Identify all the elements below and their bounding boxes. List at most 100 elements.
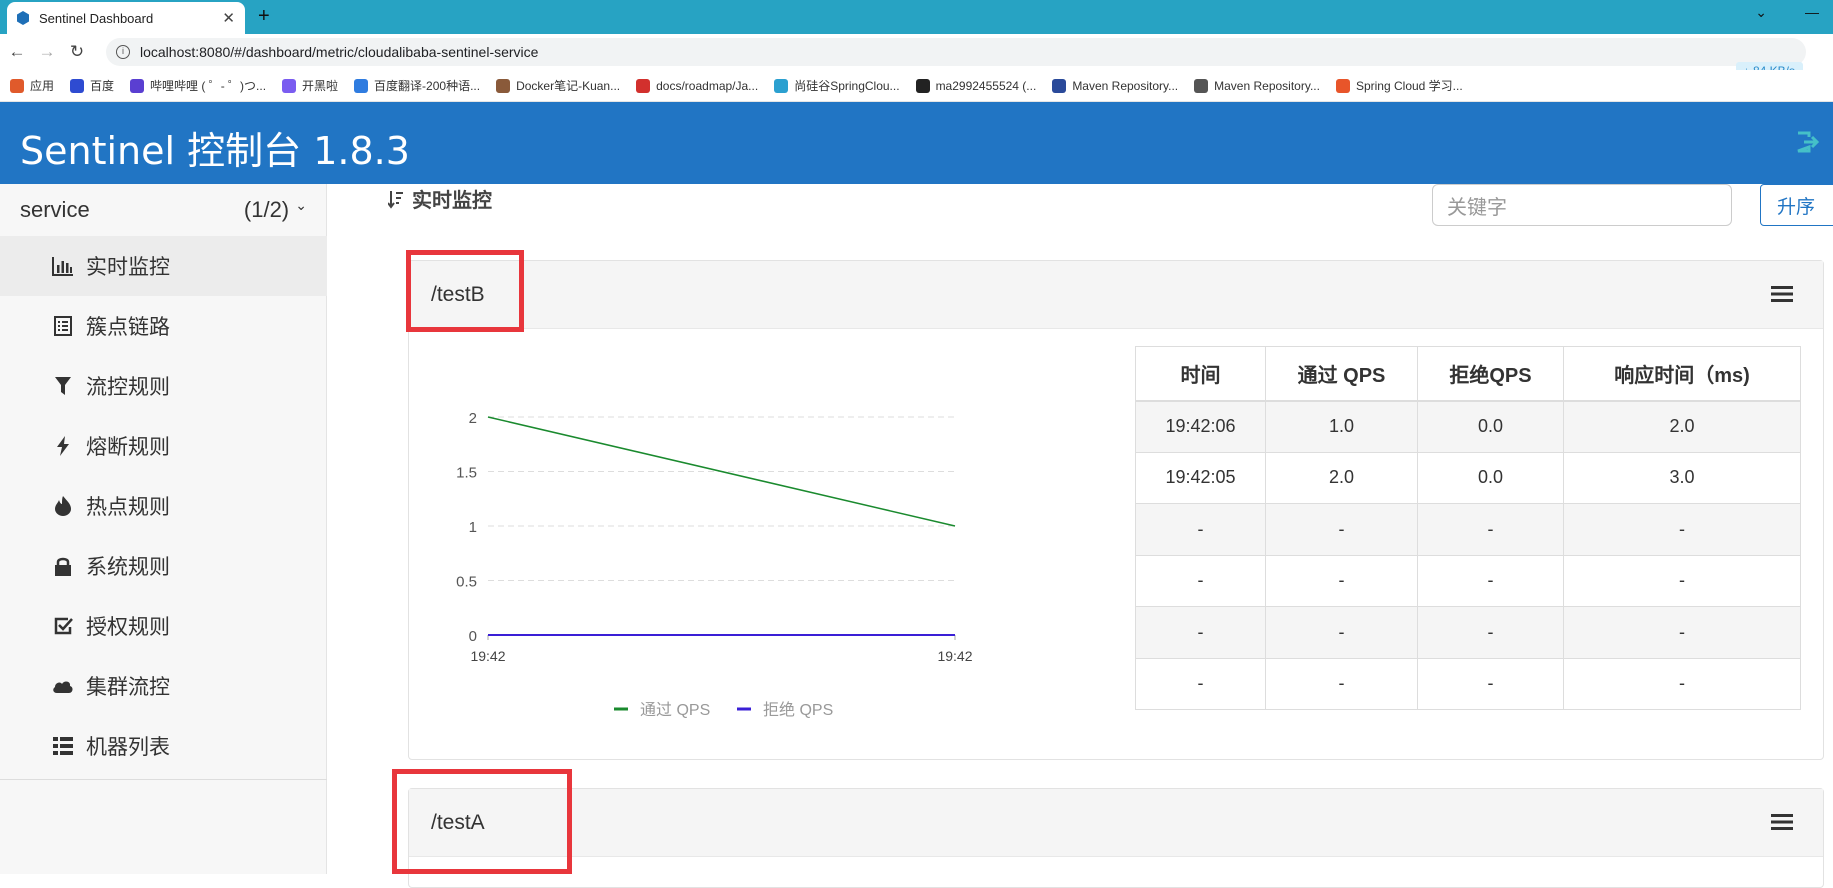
section-title: 实时监控 xyxy=(388,184,492,213)
table-cell: - xyxy=(1135,554,1266,607)
bookmark-item[interactable]: 百度 xyxy=(70,77,114,94)
bookmark-item[interactable]: 尚硅谷SpringClou... xyxy=(774,77,900,94)
sidebar-item[interactable]: 流控规则 xyxy=(0,356,327,416)
bookmark-label: 百度 xyxy=(90,79,115,93)
app-header: Sentinel 控制台 1.8.3 xyxy=(0,102,1833,184)
minimize-icon[interactable]: — xyxy=(1805,4,1819,20)
info-icon[interactable]: i xyxy=(116,45,130,59)
table-cell: - xyxy=(1417,554,1564,607)
app-title: Sentinel 控制台 1.8.3 xyxy=(20,129,410,173)
bookmark-icon xyxy=(636,78,651,93)
table-row: ---- xyxy=(1135,503,1801,556)
filter-icon xyxy=(52,375,74,397)
bookmark-label: Docker笔记-Kuan... xyxy=(516,79,621,93)
list-alt-icon xyxy=(52,315,74,337)
table-cell: 1.0 xyxy=(1265,400,1418,453)
bookmark-label: 尚硅谷SpringClou... xyxy=(794,79,900,93)
new-tab-button[interactable]: + xyxy=(258,5,270,28)
forward-icon[interactable]: → xyxy=(34,42,60,62)
table-row: ---- xyxy=(1135,554,1801,607)
menu-icon[interactable] xyxy=(1771,813,1793,831)
bookmark-icon xyxy=(774,78,789,93)
sort-ascending-button[interactable]: 升序 xyxy=(1760,184,1833,226)
table-cell: - xyxy=(1563,606,1801,659)
sidebar-item[interactable]: 机器列表 xyxy=(0,716,327,776)
table-cell: - xyxy=(1135,657,1266,710)
menu-icon[interactable] xyxy=(1771,285,1793,303)
table-cell: - xyxy=(1265,503,1418,556)
table-cell: - xyxy=(1563,503,1801,556)
search-placeholder: 关键字 xyxy=(1447,196,1507,219)
bookmark-icon xyxy=(130,78,145,93)
sidebar-item-label: 实时监控 xyxy=(86,256,170,279)
chevron-down-icon: ⌄ xyxy=(295,197,307,213)
table-cell: - xyxy=(1265,606,1418,659)
x-tick-label: 19:42 xyxy=(937,648,972,664)
card-header: /testA xyxy=(409,789,1823,857)
bookmark-label: Maven Repository... xyxy=(1214,78,1320,93)
table-cell: 2.0 xyxy=(1265,451,1418,504)
highlight-box-testA xyxy=(392,769,572,874)
main-content: 实时监控 关键字 升序 /testB 0 0.5 1 1.5 2 19:42 19:42 通过… xyxy=(372,184,1833,888)
url-field[interactable]: i localhost:8080/#/dashboard/metric/clou… xyxy=(106,38,1806,66)
bookmark-item[interactable]: 百度翻译-200种语... xyxy=(354,77,480,94)
close-icon[interactable]: ✕ xyxy=(222,9,235,27)
reload-icon[interactable]: ↻ xyxy=(64,42,90,62)
sidebar-item-label: 授权规则 xyxy=(86,616,170,639)
metric-table: 时间 通过 QPS 拒绝QPS 响应时间（ms) 19:42:06 1.0 0.0 2… xyxy=(1135,346,1801,710)
table-cell: 19:42:06 xyxy=(1135,400,1266,453)
bookmark-label: 应用 xyxy=(30,79,55,93)
bookmark-label: ma2992455524 (... xyxy=(935,78,1037,93)
bookmark-item[interactable]: 应用 xyxy=(10,77,54,94)
sidebar: service (1/2) ⌄ 实时监控簇点链路 流控规则熔断规则热点规则 系统规则… xyxy=(0,184,327,874)
logout-icon[interactable] xyxy=(1795,130,1821,154)
legend-label: 通过 QPS xyxy=(640,701,710,719)
sidebar-item[interactable]: 授权规则 xyxy=(0,596,327,656)
qps-line-chart: 0 0.5 1 1.5 2 19:42 19:42 通过 QPS 拒绝 QPS xyxy=(409,329,1129,749)
table-header: 通过 QPS xyxy=(1265,346,1418,402)
bookmark-item[interactable]: 哔哩哔哩 ( ゜- ゜)つ... xyxy=(130,77,266,94)
bar-chart-icon xyxy=(52,255,74,277)
bookmark-item[interactable]: Maven Repository... xyxy=(1194,78,1320,93)
tab-search-icon[interactable]: ⌄ xyxy=(1755,4,1767,21)
sidebar-item[interactable]: 热点规则 xyxy=(0,476,327,536)
table-header: 时间 xyxy=(1135,346,1266,402)
sidebar-item[interactable]: 实时监控 xyxy=(0,236,327,296)
address-bar: ← → ↻ i localhost:8080/#/dashboard/metri… xyxy=(0,34,1833,80)
sidebar-item[interactable]: 簇点链路 xyxy=(0,296,327,356)
app-name: service xyxy=(20,197,90,222)
keyword-search-input[interactable]: 关键字 xyxy=(1432,184,1732,226)
bookmark-label: 开黑啦 xyxy=(302,79,339,93)
bookmark-icon xyxy=(282,78,297,93)
table-row: 19:42:05 2.0 0.0 3.0 xyxy=(1135,451,1801,504)
sidebar-item[interactable]: 熔断规则 xyxy=(0,416,327,476)
table-row: ---- xyxy=(1135,657,1801,710)
bookmark-label: Maven Repository... xyxy=(1072,78,1179,93)
table-cell: - xyxy=(1135,503,1266,556)
sidebar-menu: 实时监控簇点链路 流控规则熔断规则热点规则 系统规则授权规则集群流控 机器列表 xyxy=(0,236,327,776)
table-cell: 2.0 xyxy=(1563,400,1801,453)
app-selector[interactable]: service (1/2) ⌄ xyxy=(0,184,327,236)
card-header: /testB xyxy=(409,261,1823,329)
sidebar-item[interactable]: 集群流控 xyxy=(0,656,327,716)
bookmark-item[interactable]: Docker笔记-Kuan... xyxy=(496,77,620,94)
bookmark-label: 百度翻译-200种语... xyxy=(374,79,481,93)
bookmark-icon xyxy=(354,78,369,93)
bookmark-item[interactable]: Maven Repository... xyxy=(1052,78,1179,93)
table-header: 响应时间（ms) xyxy=(1563,346,1801,402)
bookmark-icon xyxy=(1052,78,1067,93)
y-tick-label: 2 xyxy=(469,410,477,427)
bookmark-item[interactable]: docs/roadmap/Ja... xyxy=(636,78,758,93)
browser-tab[interactable]: Sentinel Dashboard ✕ xyxy=(7,2,245,34)
back-icon[interactable]: ← xyxy=(4,42,30,62)
url-text: localhost:8080/#/dashboard/metric/clouda… xyxy=(140,44,539,60)
tab-title: Sentinel Dashboard xyxy=(39,10,154,26)
bookmark-item[interactable]: ma2992455524 (... xyxy=(915,78,1037,93)
table-cell: 19:42:05 xyxy=(1135,451,1266,504)
bookmark-item[interactable]: 开黑啦 xyxy=(282,77,338,94)
bookmark-item[interactable]: Spring Cloud 学习... xyxy=(1335,77,1463,94)
app-count: (1/2) xyxy=(243,197,290,222)
table-row: ---- xyxy=(1135,606,1801,659)
sidebar-item-label: 熔断规则 xyxy=(86,436,170,459)
sidebar-item[interactable]: 系统规则 xyxy=(0,536,327,596)
